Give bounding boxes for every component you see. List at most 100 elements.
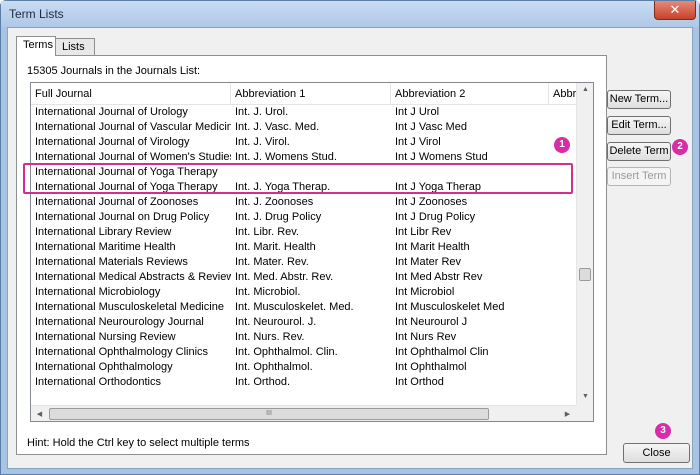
scroll-up-arrow-icon[interactable]: ▲ <box>577 86 593 93</box>
hint-text: Hint: Hold the Ctrl key to select multip… <box>27 437 250 449</box>
terms-tab-panel: 15305 Journals in the Journals List: Ful… <box>16 55 607 455</box>
full-journal-cell: International Library Review <box>35 226 172 238</box>
table-row[interactable]: International Orthodontics Int. Orthod. In… <box>31 375 576 390</box>
abbreviation-1-cell: Int. Marit. Health <box>235 241 316 253</box>
horizontal-scrollbar[interactable]: ◀ III ▶ <box>31 405 576 421</box>
full-journal-cell: International Maritime Health <box>35 241 176 253</box>
table-row[interactable]: International Maritime Health Int. Marit.… <box>31 240 576 255</box>
full-journal-cell: International Microbiology <box>35 286 161 298</box>
abbreviation-2-cell: Int J Yoga Therap <box>395 181 482 193</box>
tab-lists[interactable]: Lists <box>55 38 95 56</box>
close-button[interactable]: Close <box>623 443 690 463</box>
scroll-down-arrow-icon[interactable]: ▼ <box>577 393 593 400</box>
full-journal-cell: International Journal of Yoga Therapy <box>35 166 218 178</box>
full-journal-cell: International Journal of Vascular Medici… <box>35 121 231 133</box>
abbreviation-2-cell: Int Neurourol J <box>395 316 468 328</box>
full-journal-cell: International Journal of Zoonoses <box>35 196 199 208</box>
abbreviation-1-cell: Int. Libr. Rev. <box>235 226 299 238</box>
full-journal-cell: International Nursing Review <box>35 331 176 343</box>
scrollbar-corner <box>576 405 593 421</box>
journals-list[interactable]: Full Journal Abbreviation 1 Abbreviation… <box>30 82 594 422</box>
full-journal-cell: International Journal on Drug Policy <box>35 211 210 223</box>
abbreviation-2-cell: Int Microbiol <box>395 286 455 298</box>
abbreviation-2-cell: Int J Womens Stud <box>395 151 488 163</box>
full-journal-cell: International Orthodontics <box>35 376 161 388</box>
callout-badge-1: 1 <box>554 137 570 153</box>
abbreviation-1-cell: Int. Musculoskelet. Med. <box>235 301 354 313</box>
abbreviation-1-cell: Int. J. Vasc. Med. <box>235 121 320 133</box>
table-row[interactable]: International Journal of Zoonoses Int. J.… <box>31 195 576 210</box>
abbreviation-2-cell: Int Orthod <box>395 376 444 388</box>
table-row[interactable]: International Materials Reviews Int. Mate… <box>31 255 576 270</box>
insert-term-button: Insert Term <box>607 167 671 186</box>
abbreviation-2-cell: Int Marit Health <box>395 241 470 253</box>
full-journal-cell: International Journal of Urology <box>35 106 188 118</box>
abbreviation-1-cell: Int. Mater. Rev. <box>235 256 309 268</box>
full-journal-cell: International Medical Abstracts & Review… <box>35 271 231 283</box>
full-journal-cell: International Journal of Yoga Therapy <box>35 181 218 193</box>
column-header-full-journal[interactable]: Full Journal <box>31 83 231 105</box>
abbreviation-2-cell: Int Med Abstr Rev <box>395 271 483 283</box>
callout-badge-2: 2 <box>672 139 688 155</box>
abbreviation-2-cell: Int J Zoonoses <box>395 196 468 208</box>
callout-badge-3: 3 <box>655 423 671 439</box>
full-journal-cell: International Neurourology Journal <box>35 316 204 328</box>
vertical-scrollbar[interactable]: ▲ ▼ <box>576 83 593 405</box>
table-row[interactable]: International Nursing Review Int. Nurs. R… <box>31 330 576 345</box>
abbreviation-1-cell: Int. J. Virol. <box>235 136 290 148</box>
abbreviation-1-cell: Int. J. Drug Policy <box>235 211 322 223</box>
table-row[interactable]: International Journal of Women's Studies… <box>31 150 576 165</box>
table-row[interactable]: International Neurourology Journal Int. N… <box>31 315 576 330</box>
table-row[interactable]: International Journal on Drug Policy Int.… <box>31 210 576 225</box>
list-rows: International Journal of Urology Int. J. … <box>31 105 576 405</box>
list-header: Full Journal Abbreviation 1 Abbreviation… <box>31 83 589 105</box>
column-header-abbreviation-1[interactable]: Abbreviation 1 <box>231 83 391 105</box>
abbreviation-1-cell: Int. J. Yoga Therap. <box>235 181 331 193</box>
abbreviation-1-cell: Int. Orthod. <box>235 376 291 388</box>
table-row[interactable]: International Journal of Yoga Therapy <box>31 165 576 180</box>
table-row[interactable]: International Journal of Yoga Therapy Int… <box>31 180 576 195</box>
abbreviation-2-cell: Int Ophthalmol Clin <box>395 346 489 358</box>
table-row[interactable]: International Journal of Vascular Medici… <box>31 120 576 135</box>
journal-count-label: 15305 Journals in the Journals List: <box>27 65 201 77</box>
abbreviation-1-cell: Int. Med. Abstr. Rev. <box>235 271 334 283</box>
abbreviation-1-cell: Int. J. Urol. <box>235 106 289 118</box>
table-row[interactable]: International Musculoskeletal Medicine In… <box>31 300 576 315</box>
abbreviation-1-cell: Int. Ophthalmol. <box>235 361 313 373</box>
scroll-left-arrow-icon[interactable]: ◀ <box>31 410 48 418</box>
term-lists-window: Term Lists ✕ Terms Lists 15305 Journals … <box>0 0 700 475</box>
abbreviation-1-cell: Int. Microbiol. <box>235 286 301 298</box>
tab-terms[interactable]: Terms <box>16 36 56 56</box>
abbreviation-2-cell: Int J Drug Policy <box>395 211 476 223</box>
abbreviation-2-cell: Int Ophthalmol <box>395 361 467 373</box>
full-journal-cell: International Journal of Virology <box>35 136 190 148</box>
vertical-scroll-thumb[interactable] <box>579 268 591 281</box>
full-journal-cell: International Musculoskeletal Medicine <box>35 301 224 313</box>
table-row[interactable]: International Library Review Int. Libr. R… <box>31 225 576 240</box>
abbreviation-1-cell: Int. Neurourol. J. <box>235 316 317 328</box>
window-close-button[interactable]: ✕ <box>654 1 696 20</box>
abbreviation-2-cell: Int J Vasc Med <box>395 121 467 133</box>
table-row[interactable]: International Ophthalmology Int. Ophthalm… <box>31 360 576 375</box>
abbreviation-1-cell: Int. Ophthalmol. Clin. <box>235 346 338 358</box>
full-journal-cell: International Ophthalmology <box>35 361 173 373</box>
table-row[interactable]: International Ophthalmology Clinics Int. … <box>31 345 576 360</box>
abbreviation-2-cell: Int Musculoskelet Med <box>395 301 505 313</box>
column-header-abbreviation-2[interactable]: Abbreviation 2 <box>391 83 549 105</box>
edit-term-button[interactable]: Edit Term... <box>607 116 671 135</box>
table-row[interactable]: International Journal of Urology Int. J. … <box>31 105 576 120</box>
title-bar[interactable]: Term Lists <box>1 1 699 27</box>
abbreviation-1-cell: Int. Nurs. Rev. <box>235 331 305 343</box>
abbreviation-2-cell: Int J Urol <box>395 106 440 118</box>
table-row[interactable]: International Microbiology Int. Microbiol… <box>31 285 576 300</box>
scroll-right-arrow-icon[interactable]: ▶ <box>559 410 576 418</box>
full-journal-cell: International Journal of Women's Studies <box>35 151 231 163</box>
new-term-button[interactable]: New Term... <box>607 90 671 109</box>
table-row[interactable]: International Journal of Virology Int. J.… <box>31 135 576 150</box>
table-row[interactable]: International Medical Abstracts & Review… <box>31 270 576 285</box>
horizontal-scroll-thumb[interactable]: III <box>49 408 489 420</box>
full-journal-cell: International Materials Reviews <box>35 256 188 268</box>
abbreviation-2-cell: Int Mater Rev <box>395 256 462 268</box>
delete-term-button[interactable]: Delete Term <box>607 142 671 161</box>
dialog-body: Terms Lists 15305 Journals in the Journa… <box>7 27 693 469</box>
